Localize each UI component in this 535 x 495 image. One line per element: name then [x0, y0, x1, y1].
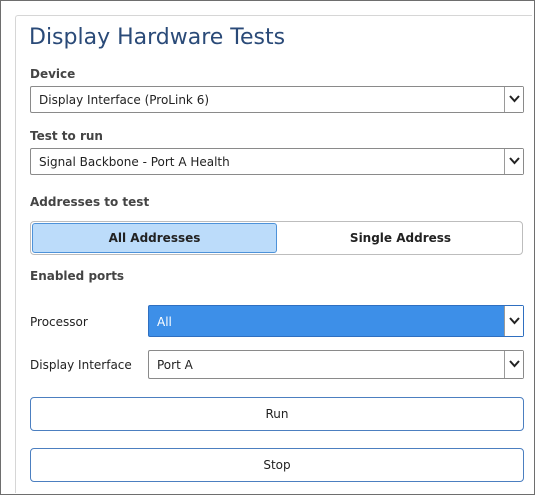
enabled-ports-label: Enabled ports	[30, 269, 125, 283]
run-button[interactable]: Run	[30, 397, 524, 431]
single-address-option[interactable]: Single Address	[279, 223, 522, 253]
test-select-value: Signal Backbone - Port A Health	[39, 155, 230, 169]
device-label: Device	[30, 67, 76, 81]
display-interface-select[interactable]: Port A	[148, 350, 524, 379]
device-select[interactable]: Display Interface (ProLink 6)	[30, 86, 524, 113]
addresses-label: Addresses to test	[30, 195, 150, 209]
all-addresses-option[interactable]: All Addresses	[32, 223, 277, 253]
device-select-value: Display Interface (ProLink 6)	[39, 93, 210, 107]
page-title: Display Hardware Tests	[29, 25, 286, 50]
processor-label: Processor	[30, 315, 88, 329]
stop-button[interactable]: Stop	[30, 448, 524, 482]
chevron-down-icon[interactable]	[504, 306, 523, 336]
test-select[interactable]: Signal Backbone - Port A Health	[30, 148, 524, 175]
chevron-down-icon[interactable]	[504, 149, 523, 174]
chevron-down-icon[interactable]	[504, 87, 523, 112]
test-label: Test to run	[30, 129, 103, 143]
processor-select[interactable]: All	[148, 305, 524, 337]
chevron-down-icon[interactable]	[504, 351, 523, 378]
processor-select-value: All	[157, 315, 172, 329]
display-interface-label: Display Interface	[30, 358, 132, 372]
display-interface-select-value: Port A	[157, 358, 193, 372]
addresses-toggle: All Addresses Single Address	[30, 221, 523, 255]
